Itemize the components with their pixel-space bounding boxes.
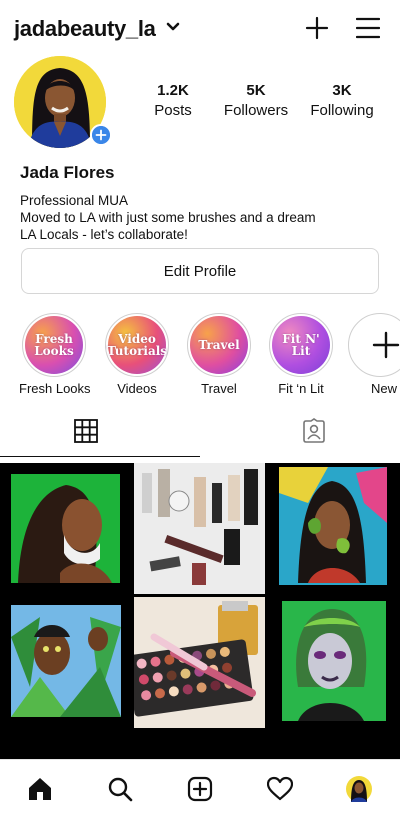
post-carnival-feathers[interactable]: [0, 597, 131, 728]
highlight-cover: Travel: [190, 316, 248, 374]
stat-label: Posts: [154, 102, 192, 119]
search-icon[interactable]: [107, 776, 133, 802]
profile-avatar-icon[interactable]: [346, 776, 372, 802]
stat-posts[interactable]: 1.2K Posts: [128, 82, 218, 119]
profile-avatar[interactable]: [14, 56, 112, 148]
highlight-videos[interactable]: Video Tutorials Videos: [102, 313, 172, 396]
stat-label: Followers: [223, 102, 289, 119]
stat-label: Following: [310, 102, 374, 119]
bio-line: Moved to LA with just some brushes and a…: [20, 210, 316, 225]
post-makeup-products[interactable]: [134, 463, 265, 594]
highlight-label: Travel: [201, 381, 237, 396]
create-post-icon[interactable]: [305, 16, 329, 40]
profile-bio: Professional MUA Moved to LA with just s…: [20, 192, 316, 243]
account-username[interactable]: jadabeauty_la: [14, 16, 156, 42]
highlight-new[interactable]: New: [348, 313, 400, 396]
stat-value: 3K: [332, 82, 352, 99]
chevron-down-icon[interactable]: [166, 22, 180, 32]
grid-icon[interactable]: [73, 418, 99, 444]
plus-icon: [372, 331, 400, 359]
highlight-fresh-looks[interactable]: Fresh Looks Fresh Looks: [19, 313, 91, 396]
post-eyeshadow-palette[interactable]: [134, 597, 265, 728]
highlight-cover: Video Tutorials: [107, 316, 167, 374]
posts-grid: [0, 463, 400, 759]
stat-following[interactable]: 3K Following: [297, 82, 387, 119]
highlight-travel[interactable]: Travel Travel: [184, 313, 254, 396]
highlight-cover: Fit N' Lit: [272, 316, 330, 374]
bottom-navigation: [0, 759, 400, 820]
bio-line: LA Locals - let’s collaborate!: [20, 227, 188, 242]
tagged-icon[interactable]: [301, 418, 327, 444]
add-story-icon[interactable]: [90, 124, 112, 146]
active-tab-indicator: [0, 456, 200, 457]
top-bar: jadabeauty_la: [0, 0, 400, 60]
home-icon[interactable]: [27, 776, 53, 802]
post-graffiti-leaves[interactable]: [268, 463, 399, 594]
menu-icon[interactable]: [356, 17, 380, 39]
highlight-label: New: [371, 381, 398, 396]
edit-profile-button[interactable]: Edit Profile: [21, 248, 379, 294]
highlight-fit-n-lit[interactable]: Fit N' Lit Fit ‘n Lit: [266, 313, 336, 396]
highlight-label: Fresh Looks: [19, 381, 91, 396]
stat-value: 5K: [246, 82, 266, 99]
stat-value: 1.2K: [157, 82, 189, 99]
new-highlight-button[interactable]: [348, 313, 400, 377]
post-green-hair-makeup[interactable]: [268, 597, 399, 728]
activity-heart-icon[interactable]: [267, 776, 293, 802]
highlight-cover: Fresh Looks: [25, 316, 83, 374]
stat-followers[interactable]: 5K Followers: [211, 82, 301, 119]
profile-name: Jada Flores: [20, 163, 115, 182]
highlight-label: Fit ‘n Lit: [278, 381, 324, 396]
new-post-icon[interactable]: [187, 776, 213, 802]
highlight-label: Videos: [117, 381, 157, 396]
bio-line: Professional MUA: [20, 193, 129, 208]
post-green-face-paint[interactable]: [0, 463, 131, 594]
